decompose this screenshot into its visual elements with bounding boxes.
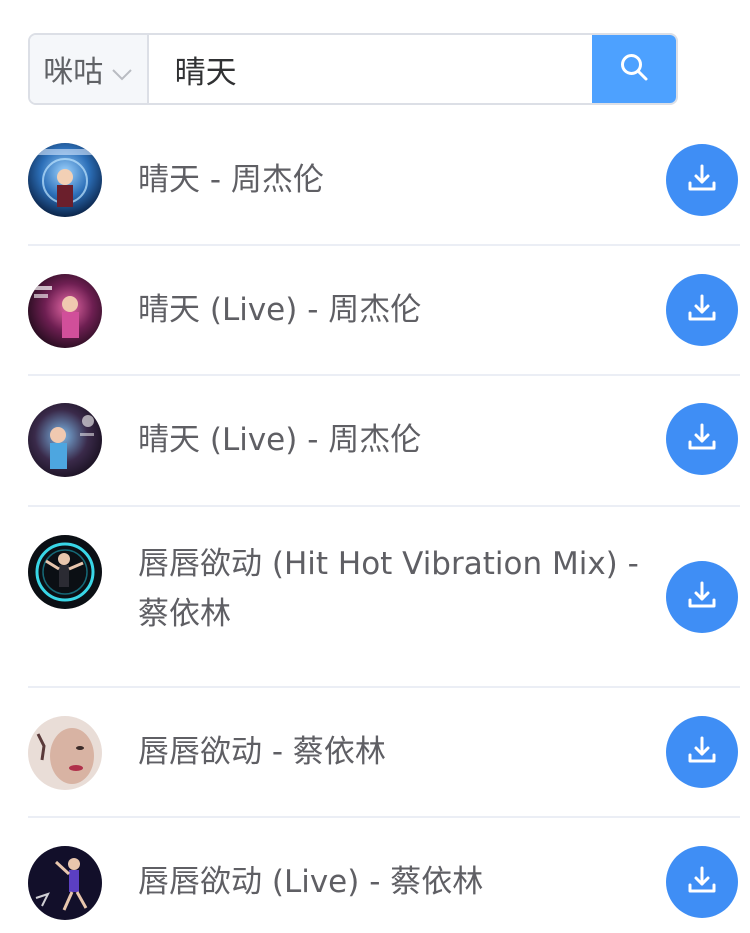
download-button[interactable] [666,846,738,918]
song-title: 晴天 (Live) - 周杰伦 [138,422,422,458]
download-icon [685,863,719,901]
album-cover [28,716,102,790]
album-cover [28,403,102,477]
album-cover [28,846,102,920]
download-icon [685,733,719,771]
album-cover [28,143,102,217]
song-title: 晴天 (Live) - 周杰伦 [138,292,422,328]
download-button[interactable] [666,274,738,346]
list-item[interactable]: 唇唇欲动 - 蔡依林 [28,688,740,818]
song-title: 唇唇欲动 - 蔡依林 [138,734,386,770]
song-list: 晴天 - 周杰伦 晴天 (Live) - 周杰伦 晴天 (Live) - 周杰伦… [28,117,740,933]
music-search-page: 咪咕 晴天 晴天 - 周杰伦 晴天 (Live) - 周杰伦 晴天 (Live)… [0,0,750,933]
download-icon [685,291,719,329]
list-item[interactable]: 晴天 (Live) - 周杰伦 [28,376,740,507]
song-title: 唇唇欲动 (Hit Hot Vibration Mix) - 蔡依林 [138,546,639,632]
search-bar: 咪咕 [28,33,678,105]
download-button[interactable] [666,403,738,475]
chevron-down-icon [111,58,133,81]
list-item[interactable]: 晴天 - 周杰伦 [28,117,740,246]
download-icon [685,420,719,458]
download-icon [685,578,719,616]
search-icon [619,52,649,86]
album-cover [28,274,102,348]
list-item[interactable]: 唇唇欲动 (Hit Hot Vibration Mix) - 蔡依林 [28,507,740,688]
source-select-label: 咪咕 [43,55,104,90]
download-button[interactable] [666,561,738,633]
list-item[interactable]: 唇唇欲动 (Live) - 蔡依林 [28,818,740,933]
download-icon [685,161,719,199]
search-button[interactable] [591,35,676,103]
download-button[interactable] [666,716,738,788]
download-button[interactable] [666,144,738,216]
search-input[interactable] [148,35,592,103]
song-title: 唇唇欲动 (Live) - 蔡依林 [138,864,484,900]
album-cover [28,535,102,609]
list-item[interactable]: 晴天 (Live) - 周杰伦 [28,246,740,376]
song-title: 晴天 - 周杰伦 [138,162,324,198]
source-select[interactable]: 咪咕 [30,35,149,103]
